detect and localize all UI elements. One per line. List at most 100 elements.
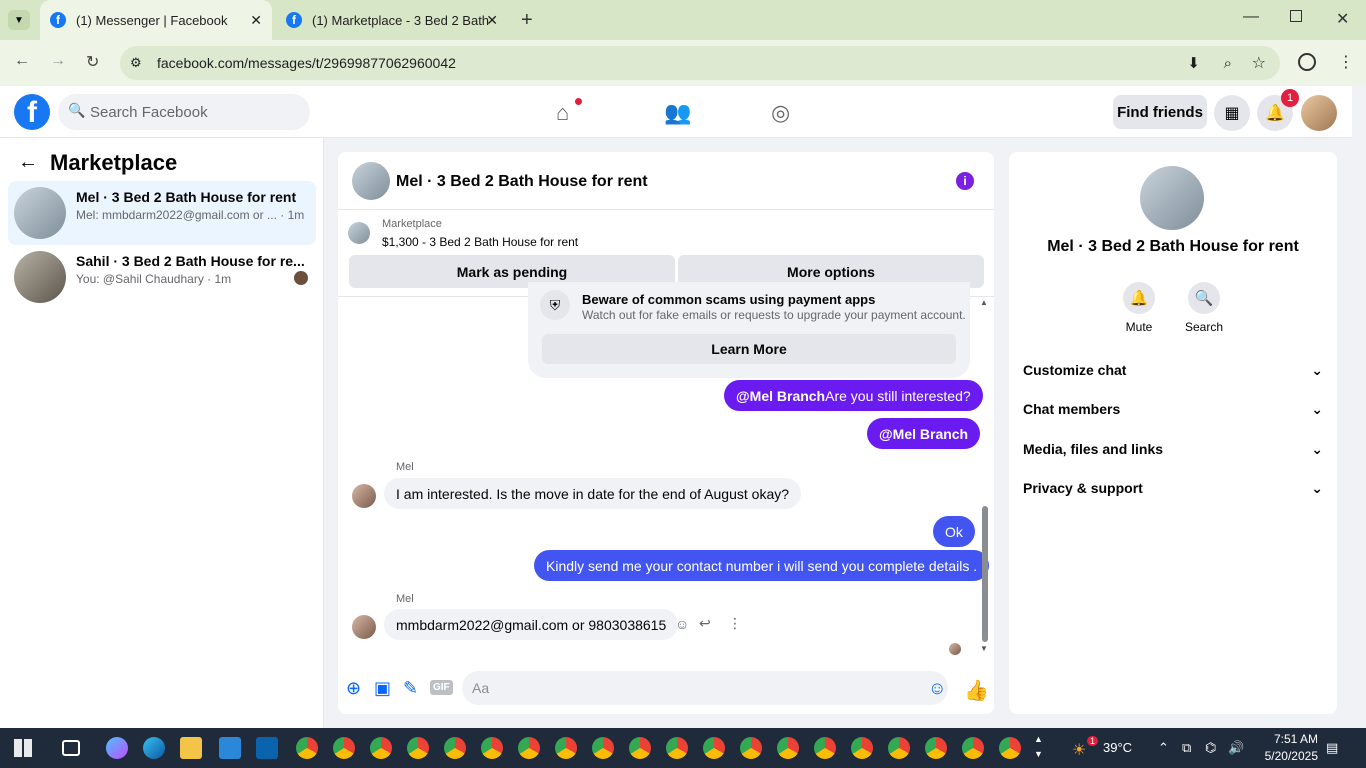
chrome-icon[interactable] bbox=[777, 737, 799, 759]
chat-members-item[interactable]: Chat members ⌄ bbox=[1023, 391, 1323, 427]
chrome-icon[interactable] bbox=[629, 737, 651, 759]
file-explorer-icon[interactable] bbox=[180, 737, 202, 759]
chat-title[interactable]: Mel · 3 Bed 2 Bath House for rent bbox=[396, 173, 648, 191]
chrome-icon[interactable] bbox=[888, 737, 910, 759]
close-tab-icon[interactable]: ✕ bbox=[486, 12, 498, 29]
message-outgoing[interactable]: Kindly send me your contact number i wil… bbox=[534, 550, 990, 581]
message-outgoing[interactable]: @Mel Branch bbox=[867, 418, 981, 449]
chrome-icon[interactable] bbox=[481, 737, 503, 759]
like-thumb-icon[interactable]: 👍 bbox=[964, 678, 989, 703]
chat-thumbnail[interactable] bbox=[352, 162, 390, 200]
notification-center-icon[interactable]: ▤ bbox=[1326, 740, 1338, 756]
sender-avatar[interactable] bbox=[352, 484, 376, 508]
clock-time[interactable]: 7:51 AM bbox=[1256, 732, 1318, 746]
chrome-icon[interactable] bbox=[370, 737, 392, 759]
chrome-icon[interactable] bbox=[703, 737, 725, 759]
wifi-icon[interactable]: ⌬ bbox=[1205, 740, 1216, 756]
profile-icon[interactable] bbox=[1298, 53, 1316, 71]
site-info-icon[interactable]: ⚙ bbox=[130, 55, 142, 71]
find-friends-button[interactable]: Find friends bbox=[1113, 95, 1207, 129]
chat-scrollbar[interactable]: ▲ ▼ bbox=[980, 298, 990, 656]
menu-kebab-icon[interactable]: ⋮ bbox=[1338, 52, 1354, 72]
chrome-icon[interactable] bbox=[592, 737, 614, 759]
groups-icon[interactable]: ◎ bbox=[771, 100, 790, 126]
reply-icon[interactable]: ↩ bbox=[699, 615, 711, 632]
scroll-down-icon[interactable]: ▼ bbox=[980, 644, 988, 653]
back-arrow-icon[interactable]: ← bbox=[18, 151, 38, 174]
install-icon[interactable]: ⬇ bbox=[1187, 54, 1200, 72]
add-plus-icon[interactable]: ⊕ bbox=[346, 678, 361, 699]
new-tab-icon[interactable]: + bbox=[521, 9, 533, 32]
tab-search-chevron-icon[interactable]: ▼ bbox=[8, 10, 30, 30]
learn-more-button[interactable]: Learn More bbox=[542, 334, 956, 364]
show-hidden-icons-icon[interactable]: ⌃ bbox=[1158, 740, 1169, 756]
chrome-icon[interactable] bbox=[407, 737, 429, 759]
gif-icon[interactable]: GIF bbox=[430, 680, 453, 695]
conversation-item-mel[interactable]: Mel · 3 Bed 2 Bath House for rent Mel: m… bbox=[8, 181, 316, 245]
copilot-icon[interactable] bbox=[106, 737, 128, 759]
outlook-icon[interactable] bbox=[256, 737, 278, 759]
home-icon[interactable]: ⌂ bbox=[556, 100, 569, 126]
menu-grid-icon[interactable]: ▦ bbox=[1214, 95, 1250, 131]
mute-button[interactable]: 🔔 Mute bbox=[1109, 282, 1169, 334]
sticker-icon[interactable]: ✎ bbox=[403, 678, 418, 699]
message-incoming[interactable]: mmbdarm2022@gmail.com or 9803038615 bbox=[384, 609, 679, 640]
maximize-icon[interactable] bbox=[1290, 10, 1302, 22]
tab-marketplace[interactable]: f (1) Marketplace - 3 Bed 2 Bath ✕ bbox=[276, 0, 508, 40]
chrome-icon[interactable] bbox=[925, 737, 947, 759]
chrome-icon[interactable] bbox=[999, 737, 1021, 759]
volume-icon[interactable]: 🔊 bbox=[1228, 740, 1244, 756]
chrome-icon[interactable] bbox=[962, 737, 984, 759]
bookmark-star-icon[interactable]: ☆ bbox=[1252, 53, 1266, 73]
chrome-icon[interactable] bbox=[666, 737, 688, 759]
network-icon[interactable]: ⧉ bbox=[1182, 740, 1191, 756]
chrome-icon[interactable] bbox=[296, 737, 318, 759]
message-outgoing[interactable]: Ok bbox=[933, 516, 975, 547]
message-input[interactable]: Aa bbox=[462, 671, 948, 705]
zoom-icon[interactable]: ⌕ bbox=[1224, 55, 1232, 72]
weather-temperature[interactable]: 39°C bbox=[1103, 740, 1132, 755]
details-thumbnail[interactable] bbox=[1140, 166, 1204, 230]
edge-icon[interactable] bbox=[143, 737, 165, 759]
message-incoming[interactable]: I am interested. Is the move in date for… bbox=[384, 478, 802, 509]
url-input[interactable]: ⚙ facebook.com/messages/t/29699877062960… bbox=[120, 46, 1280, 80]
chrome-icon[interactable] bbox=[518, 737, 540, 759]
search-chat-button[interactable]: 🔍 Search bbox=[1174, 282, 1234, 334]
tab-messenger[interactable]: f (1) Messenger | Facebook ✕ bbox=[40, 0, 272, 40]
info-icon[interactable]: i bbox=[956, 172, 974, 190]
minimize-icon[interactable]: — bbox=[1243, 8, 1259, 26]
chrome-icon[interactable] bbox=[333, 737, 355, 759]
chrome-icon[interactable] bbox=[555, 737, 577, 759]
forward-icon[interactable]: → bbox=[50, 52, 66, 70]
close-tab-icon[interactable]: ✕ bbox=[250, 12, 262, 29]
privacy-support-item[interactable]: Privacy & support ⌄ bbox=[1023, 470, 1323, 506]
scrollbar-thumb[interactable] bbox=[982, 506, 988, 642]
message-outgoing[interactable]: @Mel Branch Are you still interested? bbox=[724, 380, 983, 411]
react-emoji-icon[interactable]: ☺ bbox=[675, 616, 689, 632]
windows-start-icon[interactable] bbox=[14, 739, 32, 757]
chrome-icon[interactable] bbox=[814, 737, 836, 759]
clock-date[interactable]: 5/20/2025 bbox=[1256, 749, 1318, 763]
more-actions-icon[interactable]: ⋮ bbox=[728, 615, 742, 632]
back-icon[interactable]: ← bbox=[14, 52, 30, 70]
close-window-icon[interactable]: ✕ bbox=[1336, 9, 1349, 29]
friends-icon[interactable]: 👥 bbox=[664, 100, 691, 126]
reload-icon[interactable]: ↻ bbox=[86, 52, 99, 72]
account-avatar[interactable] bbox=[1301, 95, 1337, 131]
taskbar-scroll-icon[interactable]: ▲ ▼ bbox=[1034, 732, 1043, 762]
customize-chat-item[interactable]: Customize chat ⌄ bbox=[1023, 352, 1323, 388]
image-icon[interactable]: ▣ bbox=[374, 678, 391, 699]
search-input[interactable]: 🔍 Search Facebook bbox=[58, 94, 310, 130]
chrome-icon[interactable] bbox=[740, 737, 762, 759]
scroll-up-icon[interactable]: ▲ bbox=[980, 298, 988, 307]
task-view-icon[interactable] bbox=[62, 740, 80, 756]
conversation-item-sahil[interactable]: Sahil · 3 Bed 2 Bath House for re... You… bbox=[8, 245, 316, 309]
media-files-links-item[interactable]: Media, files and links ⌄ bbox=[1023, 431, 1323, 467]
sender-avatar[interactable] bbox=[352, 615, 376, 639]
weather-icon[interactable]: ☀ bbox=[1072, 740, 1086, 760]
store-icon[interactable] bbox=[219, 737, 241, 759]
facebook-logo-icon[interactable]: f bbox=[14, 94, 50, 130]
emoji-icon[interactable]: ☺ bbox=[928, 678, 946, 699]
chrome-icon[interactable] bbox=[444, 737, 466, 759]
chrome-icon[interactable] bbox=[851, 737, 873, 759]
